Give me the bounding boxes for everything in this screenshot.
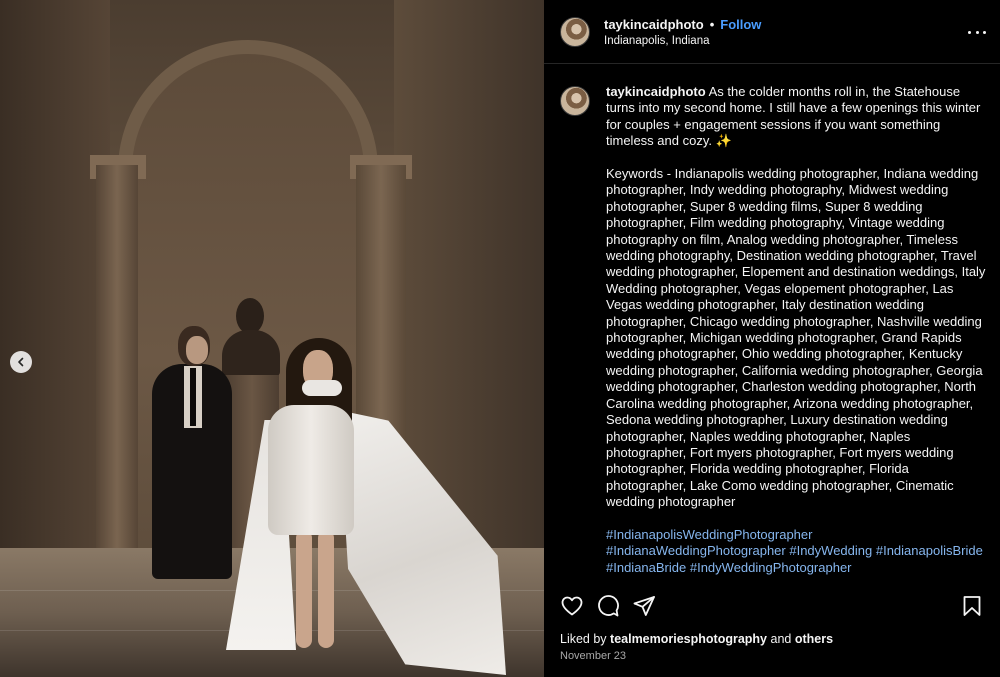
hashtag-link[interactable]: #IndianapolisBride [876, 543, 983, 558]
likes-prefix: Liked by [560, 632, 611, 646]
groom-face [186, 336, 208, 364]
bust-head [236, 298, 264, 334]
instagram-post: taykincaidphoto • Follow Indianapolis, I… [0, 0, 1000, 677]
hashtag-link[interactable]: #IndyWedding [789, 543, 872, 558]
comment-icon [598, 595, 619, 617]
follow-button[interactable]: Follow [720, 17, 761, 32]
post-photo[interactable] [0, 0, 544, 677]
username-link[interactable]: taykincaidphoto [604, 17, 704, 32]
bride-leg [318, 530, 334, 648]
caption-username[interactable]: taykincaidphoto [606, 84, 706, 99]
groom-tie [190, 368, 196, 426]
hashtag-link[interactable]: #IndianapolisWeddingPhotographer [606, 527, 812, 542]
location-link[interactable]: Indianapolis, Indiana [604, 35, 761, 47]
header-line: taykincaidphoto • Follow [604, 17, 761, 32]
header-meta: taykincaidphoto • Follow Indianapolis, I… [604, 17, 761, 47]
action-bar [544, 592, 1000, 620]
comment-button[interactable] [596, 594, 620, 618]
caption-intro: taykincaidphoto As the colder months rol… [606, 84, 990, 150]
post-date[interactable]: November 23 [560, 650, 626, 662]
hashtag-link[interactable]: #IndianaWeddingPhotographer [606, 543, 786, 558]
chevron-left-icon [18, 357, 24, 367]
hashtag-link[interactable]: #IndianaBride [606, 560, 686, 575]
like-button[interactable] [560, 594, 584, 618]
pillar-left [96, 165, 138, 555]
bride-scarf [302, 380, 342, 396]
caption-avatar[interactable] [560, 86, 590, 116]
share-button[interactable] [632, 594, 656, 618]
previous-photo-button[interactable] [10, 351, 32, 373]
hashtag-link[interactable]: #IndyWeddingPhotographer [690, 560, 852, 575]
heart-icon [561, 596, 583, 616]
bride-dress [268, 405, 354, 535]
bookmark-icon [963, 596, 981, 616]
paper-plane-icon [633, 596, 655, 616]
more-horizontal-icon [968, 30, 971, 34]
more-horizontal-icon [975, 30, 979, 34]
post-panel: taykincaidphoto • Follow Indianapolis, I… [544, 0, 1000, 677]
caption-keywords: Keywords - Indianapolis wedding photogra… [606, 166, 986, 510]
bust-statue [222, 330, 280, 376]
more-horizontal-icon [983, 30, 986, 34]
caption-hashtags: #IndianapolisWeddingPhotographer #Indian… [606, 527, 990, 576]
post-header: taykincaidphoto • Follow Indianapolis, I… [544, 0, 1000, 64]
avatar[interactable] [560, 16, 590, 47]
separator-dot: • [709, 16, 715, 32]
likes-others-link[interactable]: others [795, 632, 833, 646]
liked-by-user-link[interactable]: tealmemoriesphotography [610, 632, 767, 646]
save-button[interactable] [960, 594, 984, 618]
wall-left [0, 0, 110, 560]
bride-leg [296, 530, 312, 648]
caption-area: taykincaidphoto As the colder months rol… [560, 84, 990, 584]
more-options-button[interactable] [968, 24, 986, 40]
likes-summary: Liked by tealmemoriesphotography and oth… [560, 632, 833, 646]
caption: taykincaidphoto As the colder months rol… [606, 84, 990, 584]
likes-middle: and [767, 632, 795, 646]
